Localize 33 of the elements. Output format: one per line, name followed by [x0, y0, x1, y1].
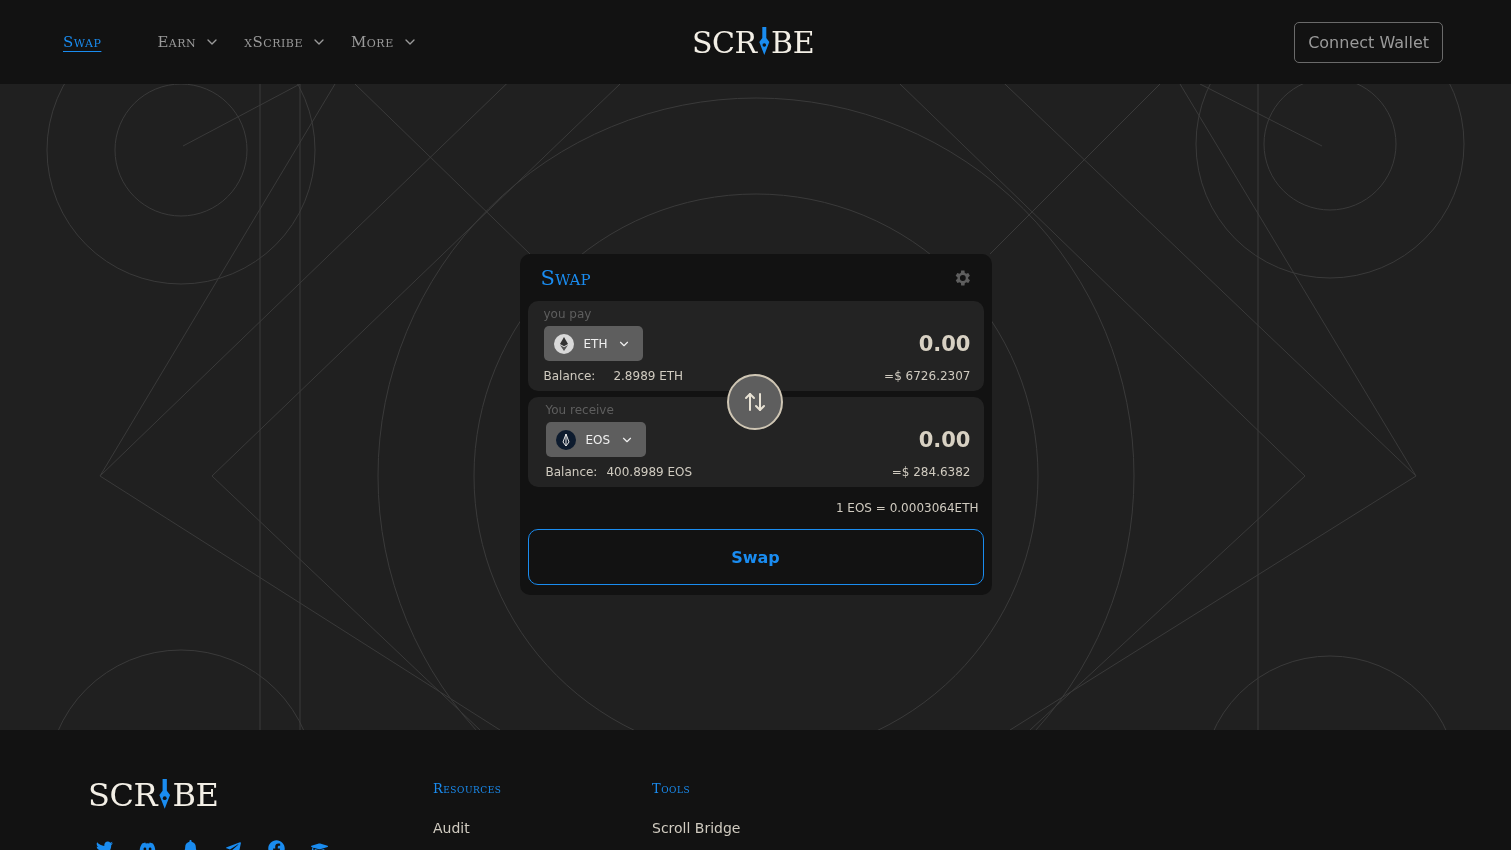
- token-select[interactable]: ETH: [543, 326, 644, 361]
- usd-value: =$ 6726.2307: [884, 369, 971, 383]
- column-heading: Resources: [433, 781, 503, 796]
- usd-value: =$ 284.6382: [891, 465, 971, 479]
- up-down-arrows-icon: [742, 390, 767, 414]
- column-heading: Tools: [652, 781, 692, 796]
- amount-value: 0.00: [918, 331, 971, 356]
- panel-label: you pay: [543, 307, 593, 321]
- connect-wallet-button[interactable]: Connect Wallet: [1294, 21, 1443, 63]
- eos-icon: [555, 429, 576, 450]
- exchange-rate: 1 EOS = 0.0003064ETH: [835, 501, 979, 515]
- balance-value: 400.8989 EOS: [606, 465, 693, 479]
- footer-link[interactable]: Audit: [433, 820, 652, 836]
- footer-link[interactable]: Scroll Bridge: [652, 820, 871, 836]
- amount-value: 0.00: [918, 427, 971, 452]
- logo-text: BE: [771, 24, 815, 60]
- ethereum-icon: [553, 333, 574, 354]
- logo-text: SCR: [691, 24, 757, 60]
- token-select[interactable]: EOS: [545, 422, 647, 457]
- swap-button[interactable]: Swap: [527, 529, 984, 585]
- balance-value: 2.8989 ETH: [613, 369, 684, 383]
- card-title: Swap: [540, 265, 591, 290]
- nav-link[interactable]: Swap: [63, 33, 102, 51]
- balance-label: Balance:: [545, 465, 598, 479]
- panel-label: You receive: [545, 403, 615, 417]
- pen-nib-icon: [757, 27, 771, 57]
- logo-text: BE: [172, 776, 219, 814]
- nav-link[interactable]: More: [350, 33, 418, 51]
- pen-nib-icon: [158, 779, 172, 811]
- logo-text: SCR: [88, 776, 157, 814]
- nav-link[interactable]: Earn: [157, 33, 221, 51]
- nav-link[interactable]: xScribe: [244, 33, 327, 51]
- balance-label: Balance:: [543, 369, 596, 383]
